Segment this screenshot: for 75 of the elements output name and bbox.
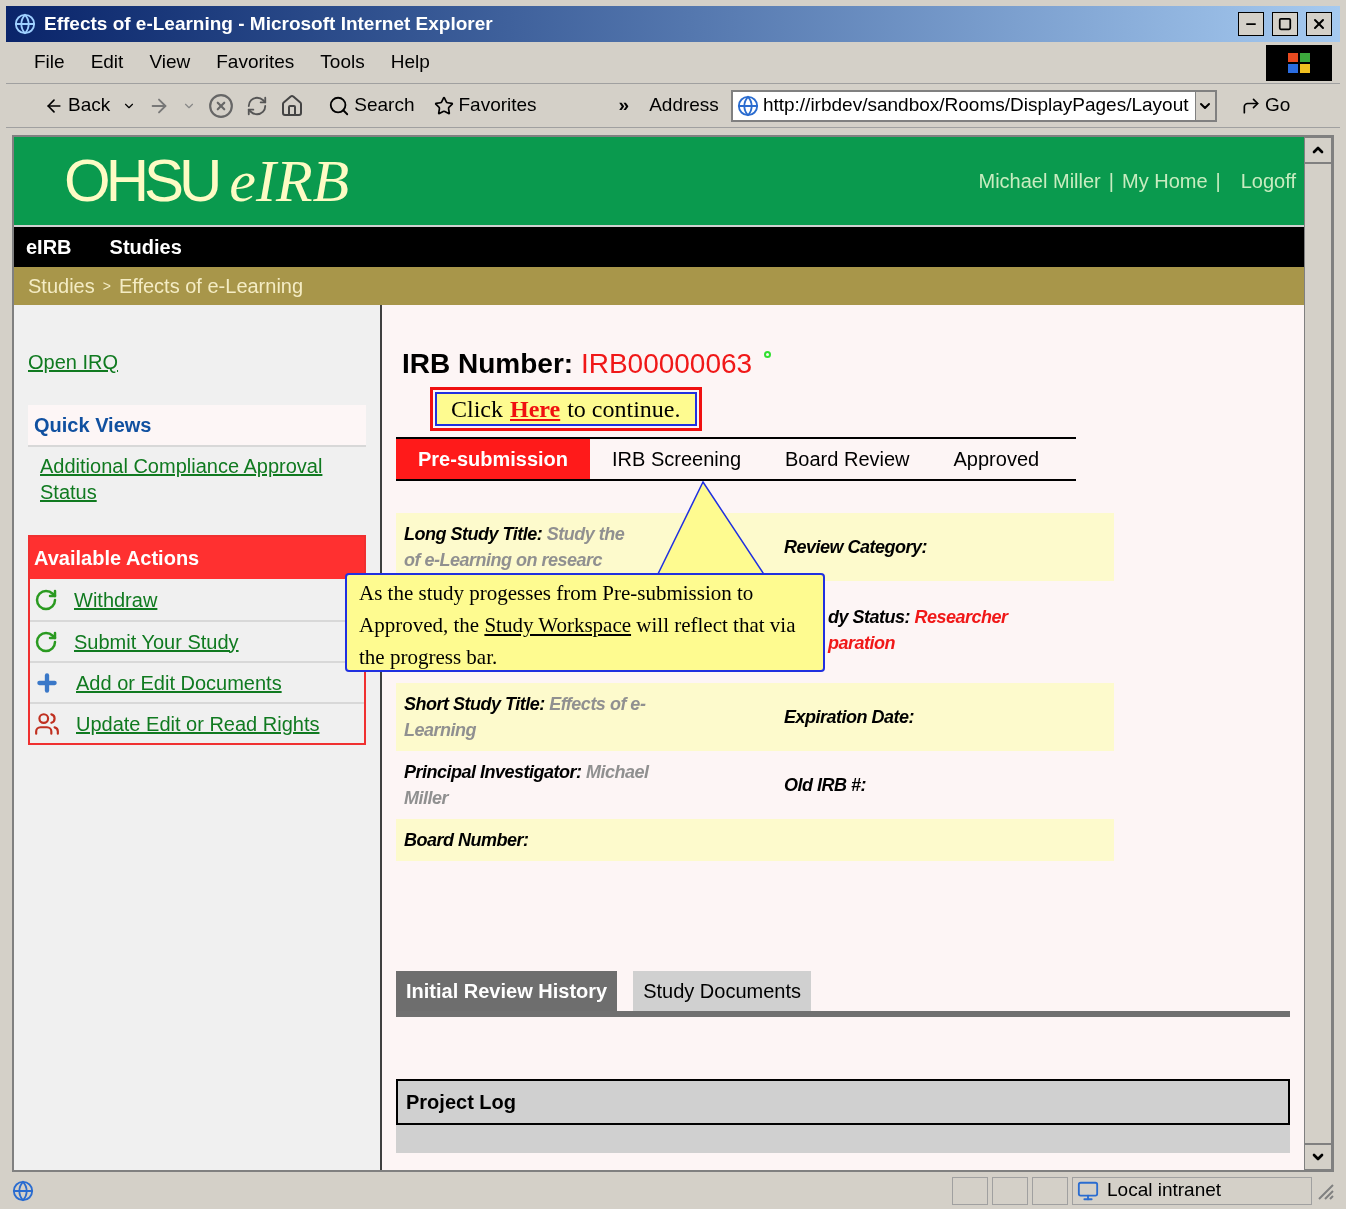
status-pane [1032,1176,1068,1205]
tab[interactable]: Initial Review History [396,971,618,1011]
page-icon [12,1179,34,1202]
here-link[interactable]: Here [510,391,561,427]
progress-step: Pre-submission [396,439,591,479]
favorites-button[interactable]: Favorites [434,91,537,120]
continue-prompt: Click Here to continue. [430,387,702,431]
field-text: Review Category: [784,536,928,559]
search-icon [328,94,351,117]
menu-item[interactable]: Edit [90,48,124,77]
dropdown-button[interactable] [1194,91,1215,120]
action-link[interactable]: Withdraw [74,584,158,615]
window-title: Effects of e-Learning - Microsoft Internet Explorer [44,11,494,36]
close-button[interactable] [1306,12,1332,36]
go-button[interactable]: Go [1240,91,1291,120]
sidebar-link[interactable]: Additional Compliance Approval Status [40,453,366,505]
home-icon[interactable] [280,93,305,118]
maximize-button[interactable] [1272,12,1298,36]
nav-link[interactable]: Studies [109,232,182,262]
callout-text: As the study progesses from Pre-submission to Approved, the Study Workspace will reflect that via the progress bar. [359,580,797,671]
breadcrumb-separator: > [102,276,111,296]
menu-item[interactable]: View [149,48,191,77]
maximize-icon [1278,17,1292,31]
more-chevron[interactable]: » [618,91,630,120]
progress-step: IRB Screening [590,439,763,479]
stop-icon[interactable] [208,92,235,119]
people-icon [34,710,60,737]
resize-grip-icon [1316,1181,1334,1200]
field-text: Old IRB #: [784,774,866,797]
zone-label: Local intranet [1107,1178,1222,1203]
menu-item[interactable]: File [34,48,65,77]
progress-step: Board Review [763,439,932,479]
refresh-icon[interactable] [246,94,269,117]
status-pane [992,1176,1028,1205]
separator-text: | [1215,169,1221,194]
status-pane [952,1176,988,1205]
menu-item[interactable]: Help [390,48,430,77]
progress-step: Approved [931,439,1062,479]
circular-arrow-icon [34,587,58,612]
field-text: Board Number: [404,829,529,852]
field-text: Long Study Title: Study the of e-Learning on researc [404,523,625,572]
circular-arrow-icon [34,629,58,654]
separator-text: | [1108,169,1114,194]
field-text: dy Status: Researcher paration [828,606,1008,655]
menu-item[interactable]: Favorites [216,48,295,77]
action-link[interactable]: Add or Edit Documents [76,667,282,698]
search-button[interactable]: Search [328,91,415,120]
nav-link[interactable]: eIRB [26,232,72,262]
scroll-up-button[interactable] [1304,137,1332,163]
windows-logo-icon [1286,50,1312,75]
browser-icon [14,13,36,35]
irb-number-heading: IRB Number: IRB00000063 [402,349,753,379]
network-icon [1077,1179,1099,1202]
address-field[interactable]: http://irbdev/sandbox/Rooms/DisplayPages/Layout [730,89,1217,122]
logo-text: eIRB [229,151,350,211]
tab[interactable]: Study Documents [633,971,812,1011]
star-icon [434,95,455,116]
field-text: Principal Investigator: Michael Miller [404,761,649,810]
actions-heading: Available Actions [30,537,364,579]
field-text: Short Study Title: Effects of e- Learning [404,693,646,742]
field-text: Expiration Date: [784,706,915,729]
quick-views-heading: Quick Views [28,405,366,447]
address-label: Address [649,93,719,118]
action-link[interactable]: Update Edit or Read Rights [76,708,320,739]
project-log-header: Project Log [396,1079,1290,1125]
scroll-down-button[interactable] [1304,1144,1332,1170]
close-icon [1311,16,1327,32]
action-link[interactable]: Submit Your Study [74,626,239,657]
menu-item[interactable]: Tools [320,48,365,77]
back-button[interactable]: Back [44,91,111,120]
page-icon [736,94,759,117]
sidebar-link[interactable]: Open IRQ [28,351,119,373]
study-workspace-link[interactable]: Study Workspace [484,613,632,637]
minimize-button[interactable] [1238,12,1264,36]
logo-text: OHSU [64,151,218,211]
